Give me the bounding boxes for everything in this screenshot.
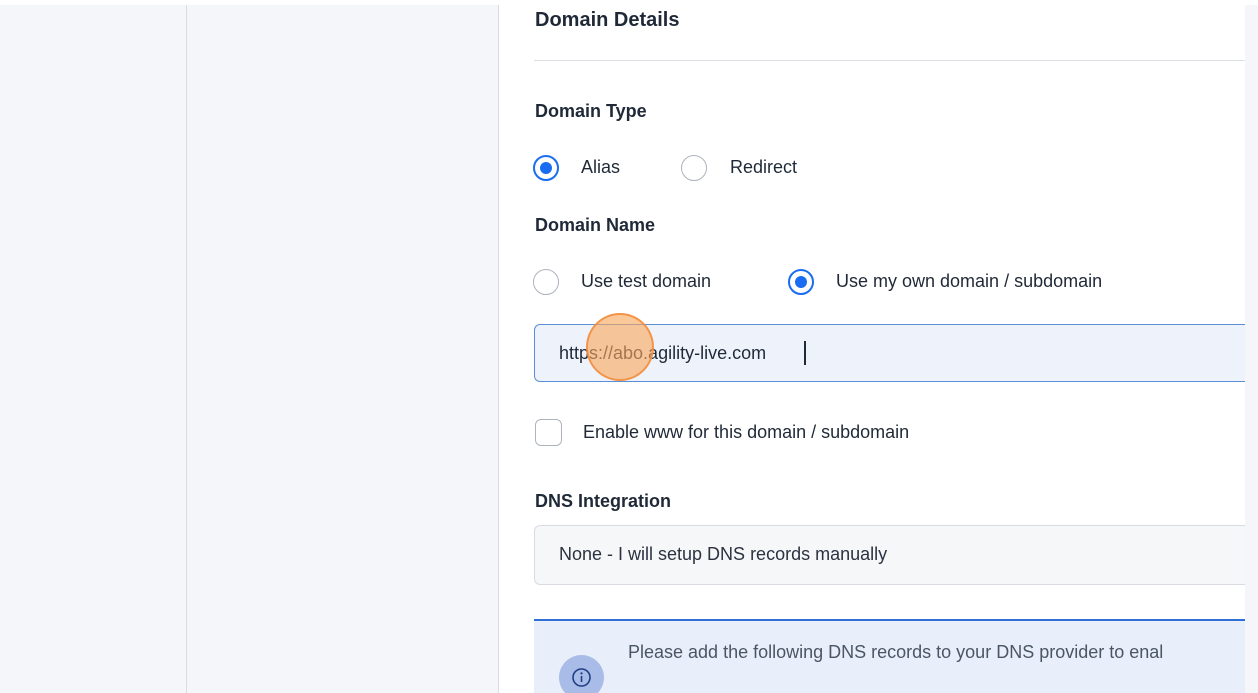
domain-type-redirect-radio[interactable] xyxy=(681,155,707,181)
domain-type-redirect-label[interactable]: Redirect xyxy=(730,157,797,178)
dns-integration-select[interactable]: None - I will setup DNS records manually xyxy=(534,525,1245,585)
domain-type-label: Domain Type xyxy=(535,101,647,121)
secondary-sidebar-panel xyxy=(187,5,498,693)
right-gutter xyxy=(1245,5,1258,693)
domain-url-input[interactable] xyxy=(534,324,1245,382)
dns-integration-selected-value: None - I will setup DNS records manually xyxy=(559,544,888,564)
section-divider xyxy=(534,60,1245,61)
enable-www-label[interactable]: Enable www for this domain / subdomain xyxy=(583,422,909,443)
use-test-domain-radio[interactable] xyxy=(533,269,559,295)
text-caret xyxy=(804,341,806,365)
dns-integration-label: DNS Integration xyxy=(535,491,672,511)
domain-details-form: Domain Details Domain Type Alias Redirec… xyxy=(499,5,1245,693)
domain-type-alias-label[interactable]: Alias xyxy=(581,157,620,178)
use-test-domain-label[interactable]: Use test domain xyxy=(581,271,711,292)
dns-info-text: Please add the following DNS records to … xyxy=(628,642,1164,662)
section-title: Domain Details xyxy=(535,9,680,31)
dns-info-notice: Please add the following DNS records to … xyxy=(534,619,1245,693)
domain-type-alias-radio[interactable] xyxy=(533,155,559,181)
use-own-domain-radio[interactable] xyxy=(788,269,814,295)
use-own-domain-label[interactable]: Use my own domain / subdomain xyxy=(836,271,1102,292)
enable-www-checkbox[interactable] xyxy=(535,419,562,446)
left-sidebar-panel xyxy=(0,5,186,693)
domain-name-label: Domain Name xyxy=(535,215,656,235)
info-icon xyxy=(559,655,604,693)
